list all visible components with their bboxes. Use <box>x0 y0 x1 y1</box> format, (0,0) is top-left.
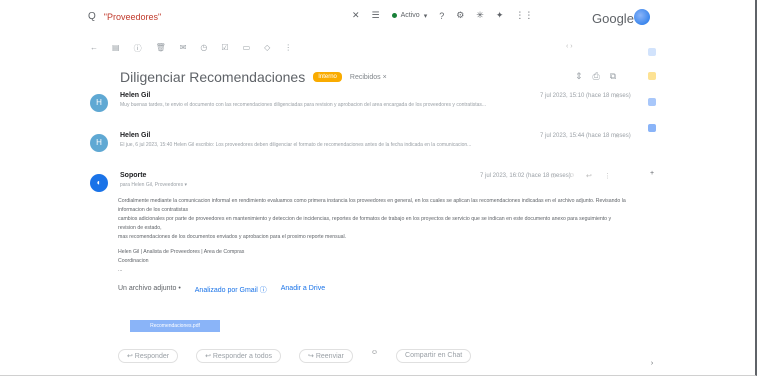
body-paragraph: Cordialmente mediante la comunicacion in… <box>118 198 626 213</box>
status-label: Activo <box>400 12 420 19</box>
attachments-header: Un archivo adjunto • Analizado por Gmail… <box>118 285 325 295</box>
message-item[interactable]: H Helen Gil Muy buenas tardes, te envio … <box>90 92 631 122</box>
scan-label[interactable]: Analizado por Gmail ⓘ <box>195 285 267 295</box>
contacts-icon[interactable] <box>648 124 656 132</box>
more-icon[interactable]: ⋮ <box>284 43 292 54</box>
expand-icon[interactable]: ⇕ <box>575 71 583 82</box>
pagination[interactable]: ‹ › <box>566 43 573 50</box>
subject-title: Diligenciar Recomendaciones <box>120 69 306 85</box>
reply-all-button[interactable]: ↩ Responder a todos <box>196 349 282 363</box>
delete-icon[interactable]: 🗑 <box>156 43 166 54</box>
task-icon[interactable]: ☑ <box>221 43 228 54</box>
message-snippet: El jue, 6 jul 2023, 15:40 Helen Gil escr… <box>120 142 472 148</box>
open-new-window-icon[interactable]: ⧉ <box>610 71 616 82</box>
move-icon[interactable]: ▭ <box>243 43 251 54</box>
app-frame: Q "Proveedores" ✕ ☰ Activo ▾ ? ⚙ ✳ ✦ ⋮⋮ … <box>0 0 757 376</box>
sender-name: Soporte <box>120 172 147 179</box>
forward-button[interactable]: ↪ Reenviar <box>299 349 353 363</box>
reply-actions: ↩ Responder ↩ Responder a todos ↪ Reenvi… <box>118 349 472 363</box>
inbox-label[interactable]: Recibidos × <box>350 74 387 81</box>
search-bar[interactable]: Q "Proveedores" <box>88 11 161 22</box>
mark-unread-icon[interactable]: ✉ <box>180 43 187 54</box>
star-icon[interactable]: ☆ <box>550 172 556 180</box>
label-chip[interactable]: Interno <box>313 72 342 82</box>
sparkle-icon[interactable]: ✦ <box>496 10 504 21</box>
message-more-icon[interactable]: ⋮ <box>604 172 611 180</box>
sender-avatar: H <box>90 134 108 152</box>
body-paragraph: cambios adicionales por parte de proveed… <box>118 216 612 231</box>
share-chat-button[interactable]: Compartir en Chat <box>396 349 472 363</box>
body-paragraph: mas recomendaciones de los documentos en… <box>118 234 347 240</box>
sender-avatar: H <box>90 94 108 112</box>
side-panel-rail: + › <box>645 40 659 370</box>
filter-icon[interactable]: ☰ <box>372 10 380 21</box>
sender-name: Helen Gil <box>120 92 151 99</box>
reply-icon[interactable]: ↩ <box>586 172 592 180</box>
message-item[interactable]: H Helen Gil El jue, 6 jul 2023, 15:40 He… <box>90 132 631 162</box>
email-subject: Diligenciar Recomendaciones Interno Reci… <box>120 69 387 85</box>
message-toolbar: ← ▤ ⓘ 🗑 ✉ ◷ ☑ ▭ ◇ ⋮ <box>90 43 292 54</box>
archive-icon[interactable]: ▤ <box>112 43 120 54</box>
apps-icon[interactable]: ⋮⋮ <box>515 10 533 21</box>
sender-name: Helen Gil <box>120 132 151 139</box>
star-icon[interactable]: ☆ <box>614 92 620 100</box>
gemini-icon[interactable]: ✳ <box>476 10 484 21</box>
emoji-button[interactable]: ☺ <box>371 349 378 363</box>
clear-search-icon[interactable]: ✕ <box>352 10 360 21</box>
signature-line: Helen Gil | Analista de Proveedores | Ar… <box>118 249 245 255</box>
snooze-icon[interactable]: ◷ <box>200 43 207 54</box>
account-avatar[interactable] <box>634 9 650 25</box>
emoji-react-icon[interactable]: ☺ <box>568 172 575 179</box>
star-icon[interactable]: ☆ <box>614 132 620 140</box>
sender-avatar: ◐ <box>90 174 108 192</box>
google-logo: Google <box>592 11 634 26</box>
recipients-line[interactable]: para Helen Gil, Proveedores ▾ <box>120 182 620 188</box>
subject-actions: ⇕ ⎙ ⧉ <box>575 71 616 82</box>
print-icon[interactable]: ⎙ <box>593 71 600 82</box>
signature-ellipsis[interactable]: ... <box>118 266 628 275</box>
add-to-drive-button[interactable]: Anadir a Drive <box>281 285 325 295</box>
message-snippet: Muy buenas tardes, te envio el documento… <box>120 102 487 108</box>
status-indicator[interactable]: Activo ▾ <box>391 12 427 20</box>
attachment-file[interactable]: Recomendaciones.pdf <box>130 320 220 332</box>
top-bar: Q "Proveedores" ✕ ☰ Activo ▾ ? ⚙ ✳ ✦ ⋮⋮ … <box>0 0 740 34</box>
keep-icon[interactable] <box>648 72 656 80</box>
message-time: 7 jul 2023, 16:02 (hace 18 meses) <box>480 173 571 179</box>
search-icon[interactable]: Q <box>88 11 96 22</box>
attachments-title: Un archivo adjunto • <box>118 285 181 292</box>
search-query[interactable]: "Proveedores" <box>104 12 161 22</box>
message-body: Cordialmente mediante la comunicacion in… <box>118 197 628 275</box>
tasks-icon[interactable] <box>648 98 656 106</box>
label-icon[interactable]: ◇ <box>264 43 270 54</box>
top-actions: ✕ ☰ Activo ▾ ? ⚙ ✳ ✦ ⋮⋮ <box>352 10 533 21</box>
calendar-icon[interactable] <box>648 48 656 56</box>
settings-icon[interactable]: ⚙ <box>456 10 464 21</box>
add-addon-icon[interactable]: + <box>648 170 656 178</box>
signature-line: Coordinacion <box>118 258 149 264</box>
help-icon[interactable]: ? <box>439 11 444 21</box>
reply-button[interactable]: ↩ Responder <box>118 349 179 363</box>
status-dot <box>391 13 397 18</box>
back-icon[interactable]: ← <box>90 43 98 54</box>
report-icon[interactable]: ⓘ <box>134 43 142 54</box>
collapse-panel-icon[interactable]: › <box>648 360 656 368</box>
